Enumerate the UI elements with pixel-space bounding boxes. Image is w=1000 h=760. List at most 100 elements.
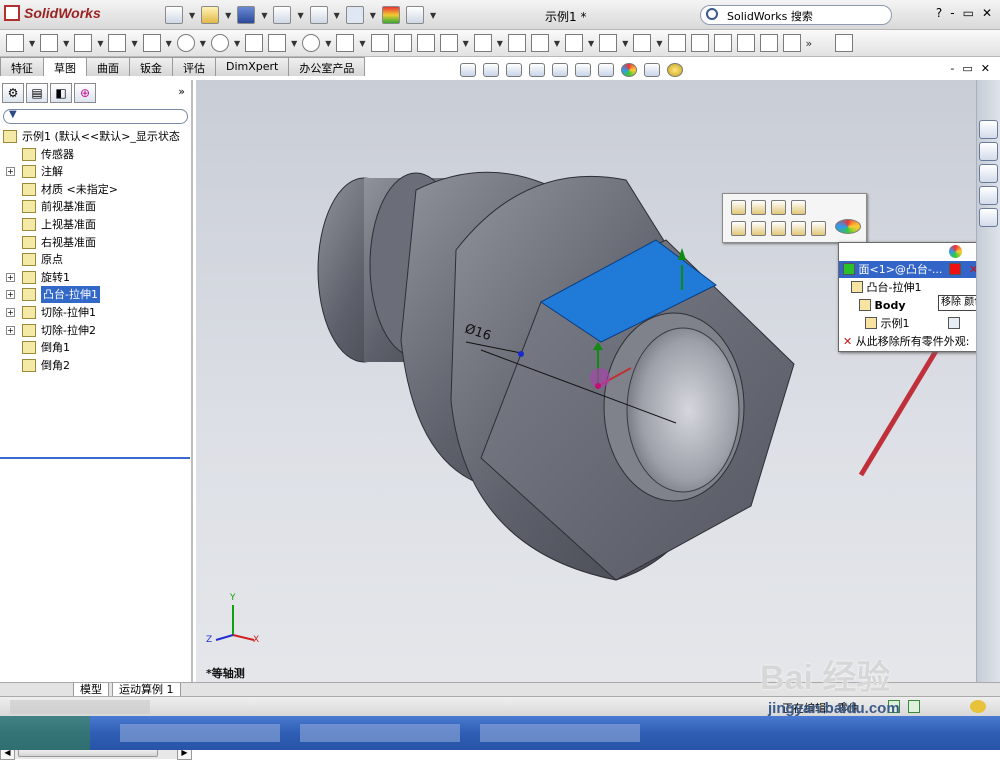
fillet-icon[interactable]	[336, 34, 355, 52]
convert-entities-icon[interactable]	[473, 34, 492, 52]
display-relations-icon[interactable]	[599, 34, 618, 52]
edit-appearance-icon[interactable]	[621, 63, 637, 77]
tab-model[interactable]: 模型	[73, 683, 109, 697]
file-explorer-icon[interactable]	[979, 164, 998, 183]
rectangle-icon[interactable]	[108, 34, 127, 52]
feature-tree-item[interactable]: + 旋转1	[0, 269, 190, 287]
view-palette-icon[interactable]	[979, 208, 998, 227]
text-icon[interactable]	[393, 34, 412, 52]
doc-minimize-button[interactable]: -	[950, 62, 954, 75]
polygon-icon[interactable]	[245, 34, 264, 52]
solidworks-logo[interactable]: SolidWorks	[4, 5, 101, 21]
plane-icon[interactable]	[370, 34, 389, 52]
save-icon[interactable]	[237, 6, 256, 24]
feature-tree-item[interactable]: + 凸台-拉伸1	[0, 286, 190, 304]
undo-icon[interactable]	[309, 6, 328, 24]
sweep-icon[interactable]	[759, 34, 778, 52]
view-orientation-icon[interactable]	[552, 63, 568, 77]
slot-icon[interactable]	[142, 34, 161, 52]
search-input[interactable]: SolidWorks 搜索	[700, 5, 892, 25]
close-button[interactable]: ✕	[982, 6, 992, 20]
feature-tree-item[interactable]: 倒角1	[0, 339, 190, 357]
repair-sketch-icon[interactable]	[633, 34, 652, 52]
part-color-swatch[interactable]	[948, 317, 960, 329]
sketch-on-face-icon[interactable]	[751, 221, 766, 236]
tab-features[interactable]: 特征	[0, 57, 44, 76]
doc-restore-button[interactable]: ▭	[962, 62, 972, 75]
graphics-area[interactable]: Ø16 Y X Z *等轴测	[196, 80, 980, 682]
help-status-icon[interactable]	[908, 700, 920, 713]
print-icon[interactable]	[273, 6, 292, 24]
red-color-swatch[interactable]	[949, 263, 961, 275]
hide-show-items-icon[interactable]	[598, 63, 614, 77]
units-icon[interactable]	[970, 700, 986, 713]
zoom-selection-icon[interactable]	[791, 221, 806, 236]
new-document-icon[interactable]	[165, 6, 183, 24]
arc-icon[interactable]	[210, 34, 229, 52]
feature-tree-item[interactable]: + 注解	[0, 163, 190, 181]
expand-toggle-icon[interactable]: +	[6, 272, 15, 282]
apply-scene-icon[interactable]	[644, 63, 660, 77]
expand-toggle-icon[interactable]: +	[6, 167, 15, 177]
appearance-dropdown-icon[interactable]	[835, 219, 861, 234]
normal-arrow-icon[interactable]	[811, 221, 826, 236]
expand-toggle-icon[interactable]: +	[6, 325, 15, 335]
feature-manager-tab-icon[interactable]: ⚙	[2, 83, 24, 103]
parent-child-icon[interactable]	[791, 200, 806, 215]
feature-tree-item[interactable]: 前视基准面	[0, 198, 190, 216]
feature-tree-item[interactable]: 传感器	[0, 146, 190, 164]
view-settings-icon[interactable]	[667, 63, 683, 77]
linear-pattern-icon[interactable]	[530, 34, 549, 52]
tab-dimxpert[interactable]: DimXpert	[215, 57, 290, 76]
edit-feature-icon[interactable]	[731, 200, 746, 215]
help-button[interactable]: ?	[936, 6, 942, 20]
circle-icon[interactable]	[176, 34, 195, 52]
appearance-row-feature[interactable]: 凸台-拉伸1	[851, 279, 921, 296]
hide-icon[interactable]	[771, 221, 786, 236]
loft-icon[interactable]	[782, 34, 801, 52]
spline-icon[interactable]	[268, 34, 287, 52]
feature-tree-item[interactable]: 上视基准面	[0, 216, 190, 234]
tab-motion-study[interactable]: 运动算例 1	[112, 683, 181, 697]
appearance-row-remove-all[interactable]: ✕ 从此移除所有零件外观:	[843, 333, 969, 350]
panel-expand-chevron[interactable]: »	[178, 85, 185, 98]
line-icon[interactable]	[74, 34, 93, 52]
open-folder-icon[interactable]	[201, 6, 220, 24]
appearance-row-part[interactable]: 示例1	[865, 315, 960, 332]
trim-icon[interactable]	[439, 34, 458, 52]
select-pointer-icon[interactable]	[345, 6, 364, 24]
point-icon[interactable]	[416, 34, 435, 52]
search-results-icon[interactable]	[979, 186, 998, 205]
configuration-manager-tab-icon[interactable]: ◧	[50, 83, 72, 103]
extrude-icon[interactable]	[713, 34, 732, 52]
start-button-blurred[interactable]	[0, 716, 90, 750]
ellipse-icon[interactable]	[302, 34, 321, 52]
rollback-icon[interactable]	[771, 200, 786, 215]
quick-snaps-icon[interactable]	[667, 34, 686, 52]
zoom-to-area-icon[interactable]	[483, 63, 499, 77]
solidworks-resources-icon[interactable]	[979, 120, 998, 139]
normal-to-icon[interactable]	[731, 221, 746, 236]
expand-toggle-icon[interactable]: +	[6, 307, 15, 317]
part-model[interactable]: Ø16 Y X Z *等轴测	[196, 80, 980, 682]
design-library-icon[interactable]	[979, 142, 998, 161]
feature-tree-item[interactable]: + 切除-拉伸1	[0, 304, 190, 322]
display-style-icon[interactable]	[575, 63, 591, 77]
appearance-row-body[interactable]: Body	[859, 297, 906, 314]
smart-dimension-icon[interactable]	[40, 34, 59, 52]
edit-sketch-icon[interactable]	[751, 200, 766, 215]
feature-tree-item[interactable]: + 切除-拉伸2	[0, 322, 190, 340]
feature-tree-item[interactable]: 材质 <未指定>	[0, 181, 190, 199]
doc-close-button[interactable]: ✕	[981, 62, 990, 75]
tab-sheet-metal[interactable]: 钣金	[129, 57, 173, 76]
tab-sketch[interactable]: 草图	[43, 57, 87, 76]
restore-button[interactable]: ▭	[963, 6, 974, 20]
feature-tree-item[interactable]: 倒角2	[0, 357, 190, 375]
feature-tree-item[interactable]: 右视基准面	[0, 234, 190, 252]
spell-check-icon[interactable]	[835, 34, 854, 52]
instant3d-icon[interactable]	[690, 34, 709, 52]
minimize-button[interactable]: -	[950, 6, 954, 20]
property-manager-tab-icon[interactable]: ▤	[26, 83, 48, 103]
expand-toggle-icon[interactable]: +	[6, 290, 15, 300]
feature-filter-input[interactable]: ▼	[3, 109, 188, 124]
